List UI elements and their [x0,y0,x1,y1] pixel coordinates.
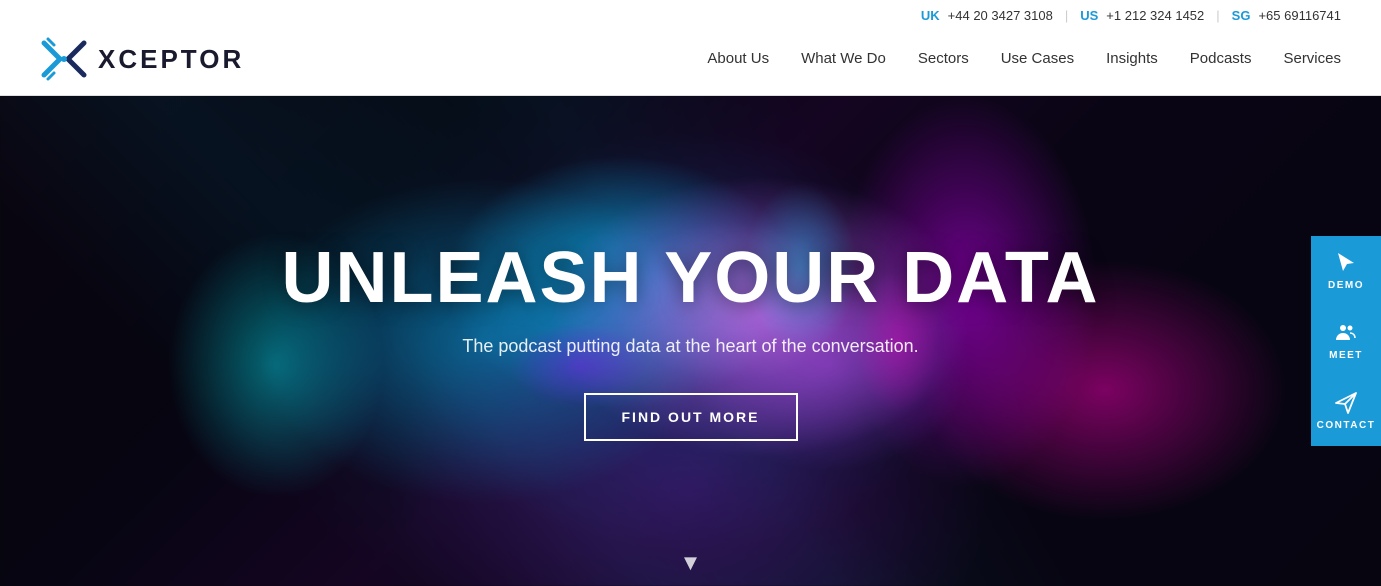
demo-label: DEMO [1328,280,1364,291]
hero-cta-button[interactable]: FIND OUT MORE [584,393,798,441]
nav-link-sectors[interactable]: Sectors [918,50,969,67]
divider-2: | [1216,8,1219,23]
demo-button[interactable]: DEMO [1311,236,1381,306]
cursor-icon [1334,251,1358,275]
contact-label: CONTACT [1317,420,1376,431]
uk-phone: +44 20 3427 3108 [948,8,1053,23]
divider-1: | [1065,8,1068,23]
nav-link-insights[interactable]: Insights [1106,50,1158,67]
nav-link-about-us[interactable]: About Us [707,50,769,67]
logo-link[interactable]: XCEPTOR [40,35,244,83]
logo-text: XCEPTOR [98,44,244,75]
contact-button[interactable]: CONTACT [1311,376,1381,446]
hero-section: UNLEASH YOUR DATA The podcast putting da… [0,96,1381,586]
header: UK +44 20 3427 3108 | US +1 212 324 1452… [0,0,1381,96]
nav-item-services[interactable]: Services [1283,50,1341,68]
people-icon [1334,321,1358,345]
hero-chevron-icon: ▼ [680,550,702,576]
nav-item-insights[interactable]: Insights [1106,50,1158,68]
nav-item-about-us[interactable]: About Us [707,50,769,68]
xceptor-logo-icon [40,35,88,83]
nav-item-what-we-do[interactable]: What We Do [801,50,886,68]
meet-label: MEET [1329,350,1363,361]
sg-label: SG [1232,8,1251,23]
header-contact-bar: UK +44 20 3427 3108 | US +1 212 324 1452… [0,0,1381,27]
nav-link-use-cases[interactable]: Use Cases [1001,50,1074,67]
nav-item-podcasts[interactable]: Podcasts [1190,50,1252,68]
us-phone: +1 212 324 1452 [1106,8,1204,23]
nav-link-services[interactable]: Services [1283,50,1341,67]
main-nav: About Us What We Do Sectors Use Cases In… [707,50,1341,68]
hero-subtitle: The podcast putting data at the heart of… [281,336,1099,357]
sidebar-buttons: DEMO MEET CONTACT [1311,236,1381,446]
nav-list: About Us What We Do Sectors Use Cases In… [707,50,1341,68]
uk-label: UK [921,8,940,23]
sg-phone: +65 69116741 [1258,8,1341,23]
nav-link-what-we-do[interactable]: What We Do [801,50,886,67]
nav-link-podcasts[interactable]: Podcasts [1190,50,1252,67]
hero-title: UNLEASH YOUR DATA [281,241,1099,317]
us-label: US [1080,8,1098,23]
nav-item-sectors[interactable]: Sectors [918,50,969,68]
nav-item-use-cases[interactable]: Use Cases [1001,50,1074,68]
hero-content: UNLEASH YOUR DATA The podcast putting da… [241,241,1139,442]
meet-button[interactable]: MEET [1311,306,1381,376]
header-main: XCEPTOR About Us What We Do Sectors Use … [0,27,1381,95]
paper-plane-icon [1334,391,1358,415]
